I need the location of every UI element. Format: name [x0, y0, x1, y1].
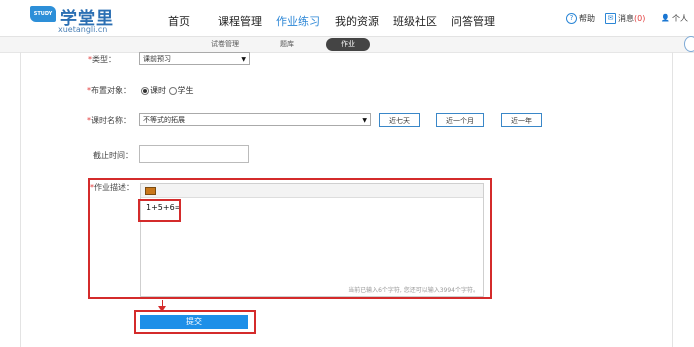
annotation-arrow-down-icon	[158, 306, 166, 312]
submit-button[interactable]: 提交	[140, 315, 248, 329]
content-frame-left	[20, 52, 21, 347]
user-menu[interactable]: 👤 个人	[661, 13, 688, 24]
type-select[interactable]: 课前预习 ▼	[139, 52, 250, 65]
deadline-label: 截止时间：	[93, 151, 133, 160]
messages-count: (0)	[634, 14, 646, 23]
nav-my-resources[interactable]: 我的资源	[335, 13, 379, 29]
deadline-input[interactable]	[139, 145, 249, 163]
radio-lesson[interactable]: 课时	[141, 86, 166, 95]
chevron-down-icon: ▼	[241, 56, 246, 63]
nav-class-community[interactable]: 班级社区	[393, 13, 437, 29]
radio-selected-icon	[141, 86, 149, 95]
logo-subtitle: xuetangli.cn	[58, 25, 108, 34]
subnav-question-bank[interactable]: 题库	[280, 39, 294, 49]
top-header: STUDY 学堂里 xuetangli.cn 首页 课程管理 作业练习 我的资源…	[0, 0, 694, 37]
lesson-name-label: *课时名称：	[87, 116, 131, 125]
subnav-homework-active[interactable]: 作业	[326, 38, 370, 51]
user-label: 个人	[672, 14, 688, 23]
messages-label: 消息	[618, 14, 634, 23]
subnav-paper-management[interactable]: 试卷管理	[211, 39, 239, 49]
side-float-button[interactable]	[684, 36, 694, 52]
help-label: 帮助	[579, 14, 595, 23]
envelope-icon: ✉	[605, 13, 616, 24]
nav-home[interactable]: 首页	[168, 13, 190, 29]
sub-navigation: 试卷管理 题库 作业	[0, 37, 694, 53]
type-label: *类型：	[88, 55, 116, 64]
help-icon: ?	[566, 13, 577, 24]
site-logo[interactable]: STUDY 学堂里 xuetangli.cn	[30, 4, 125, 34]
last-seven-days-button[interactable]: 近七天	[379, 113, 420, 127]
content-frame-right	[672, 52, 673, 347]
radio-unselected-icon	[168, 86, 177, 95]
annotation-box-content	[138, 199, 181, 222]
last-year-button[interactable]: 近一年	[501, 113, 542, 127]
last-month-button[interactable]: 近一个月	[436, 113, 484, 127]
chevron-down-icon: ▼	[362, 117, 367, 124]
annotation-box-description	[88, 178, 492, 299]
radio-student[interactable]: 学生	[168, 86, 194, 95]
help-link[interactable]: ? 帮助	[566, 13, 595, 24]
lesson-select[interactable]: 不等式的拓展 ▼	[139, 113, 371, 126]
messages-link[interactable]: ✉ 消息(0)	[605, 13, 645, 24]
logo-badge: STUDY	[30, 6, 56, 22]
nav-homework-practice[interactable]: 作业练习	[276, 13, 320, 29]
nav-qa-management[interactable]: 问答管理	[451, 13, 495, 29]
lesson-select-value: 不等式的拓展	[143, 116, 185, 124]
nav-course-management[interactable]: 课程管理	[218, 13, 262, 29]
target-label: *布置对象：	[87, 86, 131, 95]
target-radio-group: 课时 学生	[141, 85, 194, 96]
user-icon: 👤	[661, 14, 670, 22]
type-select-value: 课前预习	[143, 55, 171, 63]
